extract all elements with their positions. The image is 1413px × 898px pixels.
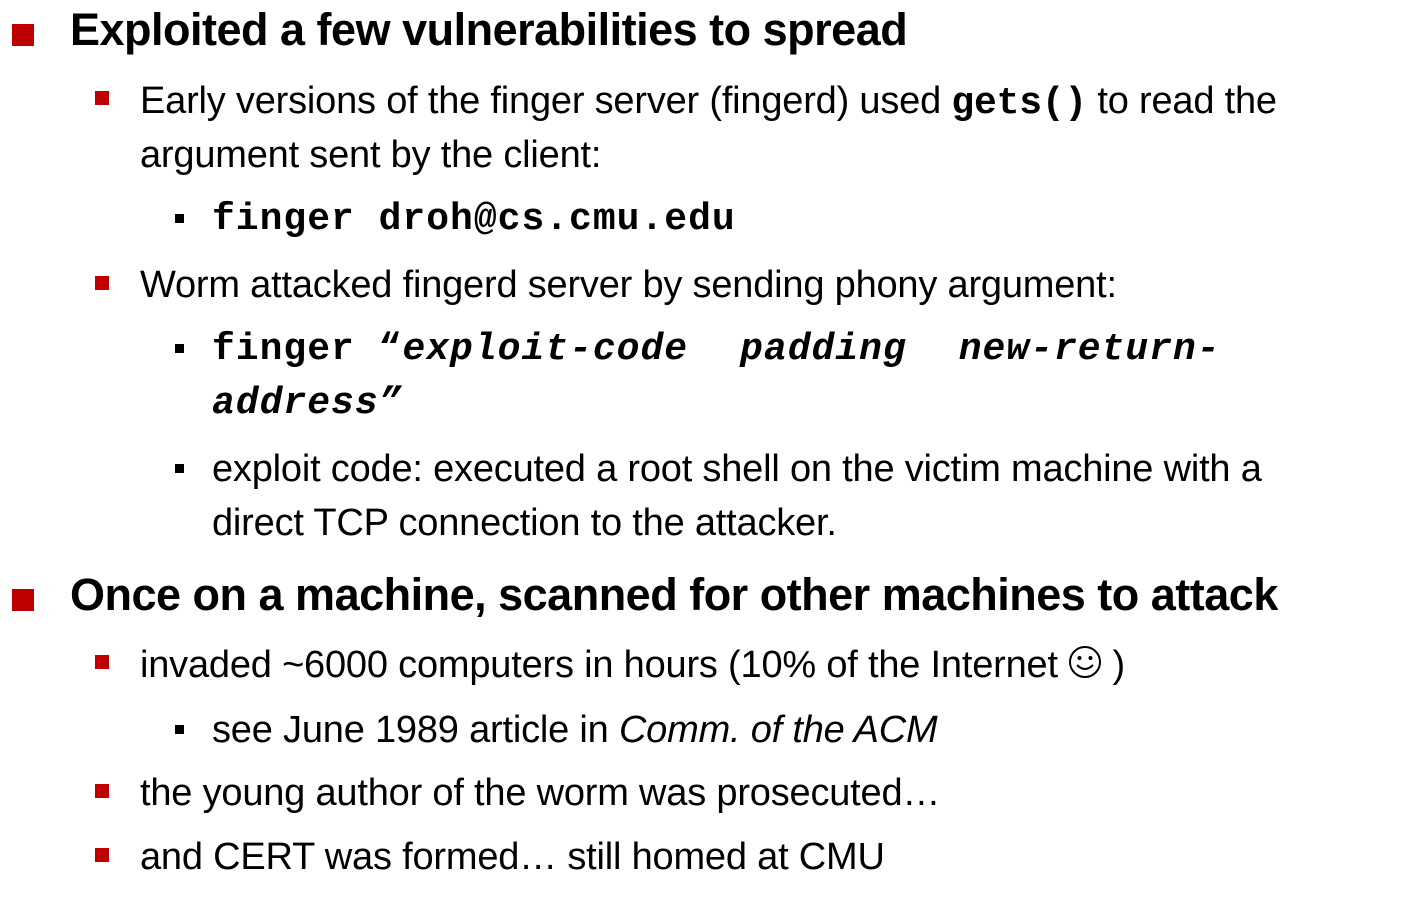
level2-bullet-marker (95, 91, 109, 105)
padding-word: padding (740, 328, 907, 371)
invaded-computers-line: invaded ~6000 computers in hours (10% of… (140, 644, 1125, 689)
new-return-word: new-return- (958, 328, 1221, 371)
article-reference-text: see June 1989 article in (212, 709, 619, 751)
level1-bullet-marker (12, 24, 34, 46)
level2-bullet-marker (95, 784, 109, 798)
journal-title: Comm. of the ACM (618, 709, 938, 751)
invaded-computers-text: invaded ~6000 computers in hours (10% of… (140, 644, 1069, 686)
invaded-computers-close: ) (1102, 644, 1126, 686)
level1-bullet-marker (12, 589, 34, 611)
smiley-face-icon (1068, 645, 1102, 689)
gets-code: gets() (951, 82, 1088, 125)
level2-bullet-marker (95, 276, 109, 290)
worm-attacked-line: Worm attacked fingerd server by sending … (140, 264, 1117, 306)
level3-bullet-marker (175, 725, 184, 734)
fingerd-gets-text-after: to read the (1087, 80, 1277, 122)
level2-bullet-marker (95, 655, 109, 669)
finger-command-code: finger droh@cs.cmu.edu (212, 198, 736, 241)
phony-argument-code: finger “exploit-code padding new-return- (212, 328, 1221, 371)
exploit-code-description: exploit code: executed a root shell on t… (212, 448, 1262, 490)
fingerd-gets-text-before: Early versions of the finger server (fin… (140, 80, 952, 122)
heading-exploited-vulnerabilities: Exploited a few vulnerabilities to sprea… (70, 4, 908, 55)
author-prosecuted-line: the young author of the worm was prosecu… (140, 772, 941, 814)
exploit-code-word: exploit-code (402, 328, 689, 371)
cert-formed-line: and CERT was formed… still homed at CMU (140, 836, 885, 878)
exploit-code-description-line-2: direct TCP connection to the attacker. (212, 502, 837, 544)
level3-bullet-marker (175, 464, 184, 473)
fingerd-gets-line-2: argument sent by the client: (140, 134, 602, 176)
level3-bullet-marker (175, 344, 184, 353)
heading-scanned-machines: Once on a machine, scanned for other mac… (70, 569, 1278, 620)
phony-argument-code-line-2: address” (212, 382, 403, 425)
level2-bullet-marker (95, 848, 109, 862)
fingerd-gets-line: Early versions of the finger server (fin… (140, 80, 1277, 125)
article-reference-line: see June 1989 article in Comm. of the AC… (212, 709, 938, 752)
phony-argument-prefix: finger “ (212, 328, 403, 371)
level3-bullet-marker (175, 214, 184, 223)
